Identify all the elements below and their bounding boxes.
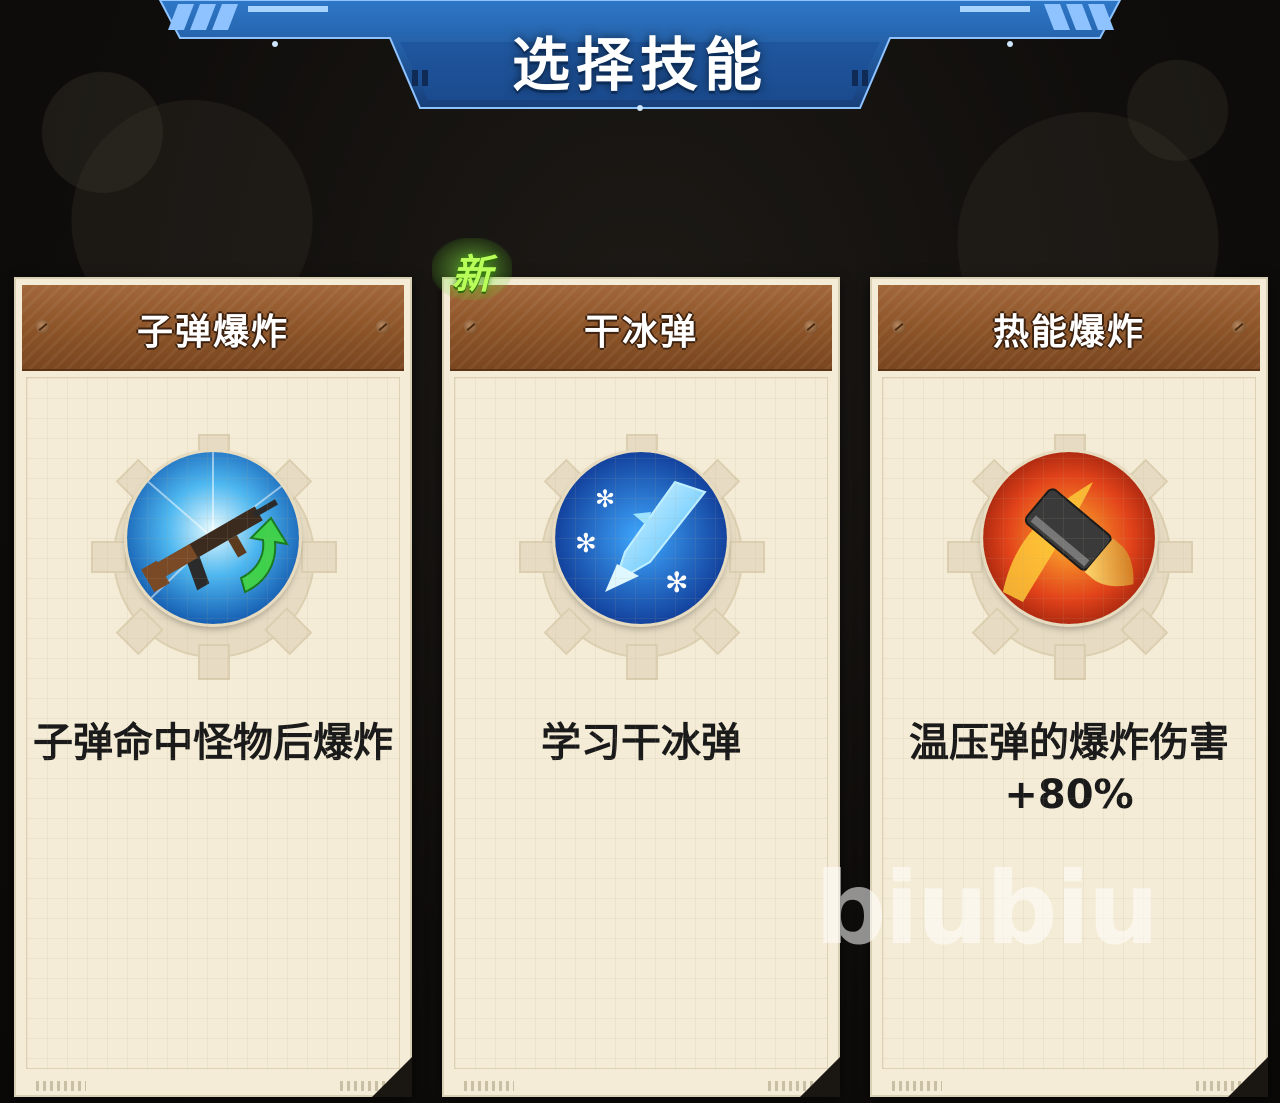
skill-description: 温压弹的爆炸伤害+80%	[909, 720, 1229, 818]
skill-card-dry-ice-bullet[interactable]: 干冰弹 ✻ ✻ ✻ 学习干冰弹	[442, 277, 840, 1097]
svg-text:✻: ✻	[665, 566, 688, 599]
skill-title: 干冰弹	[583, 312, 698, 353]
skill-title: 子弹爆炸	[136, 312, 289, 353]
skill-card-bullet-explosion[interactable]: 子弹爆炸 子弹命中怪物后爆炸	[14, 277, 412, 1097]
skill-description: 学习干冰弹	[541, 720, 741, 766]
watermark: biubiu	[815, 850, 1159, 967]
rifle-upgrade-icon	[127, 452, 299, 624]
card-header: 热能爆炸	[878, 285, 1260, 369]
skill-description: 子弹命中怪物后爆炸	[33, 720, 393, 766]
decorative-stripes	[464, 1081, 514, 1091]
page-fold	[800, 1057, 840, 1097]
decorative-stripes	[892, 1081, 942, 1091]
new-label: 新	[452, 252, 492, 298]
decorative-stripes	[36, 1081, 86, 1091]
title-banner: 选择技能	[0, 0, 1280, 120]
page-fold	[1228, 1057, 1268, 1097]
new-badge: 新	[432, 238, 512, 300]
skill-title: 热能爆炸	[992, 312, 1145, 353]
card-header: 子弹爆炸	[22, 285, 404, 369]
fire-bullet-icon	[983, 452, 1155, 624]
page-fold	[372, 1057, 412, 1097]
skill-card-thermal-explosion[interactable]: 热能爆炸 温压弹的爆炸伤害+80%	[870, 277, 1268, 1097]
svg-text:✻: ✻	[575, 529, 597, 559]
svg-text:✻: ✻	[595, 485, 615, 513]
screen-title: 选择技能	[511, 31, 768, 99]
ice-bullet-icon: ✻ ✻ ✻	[555, 452, 727, 624]
